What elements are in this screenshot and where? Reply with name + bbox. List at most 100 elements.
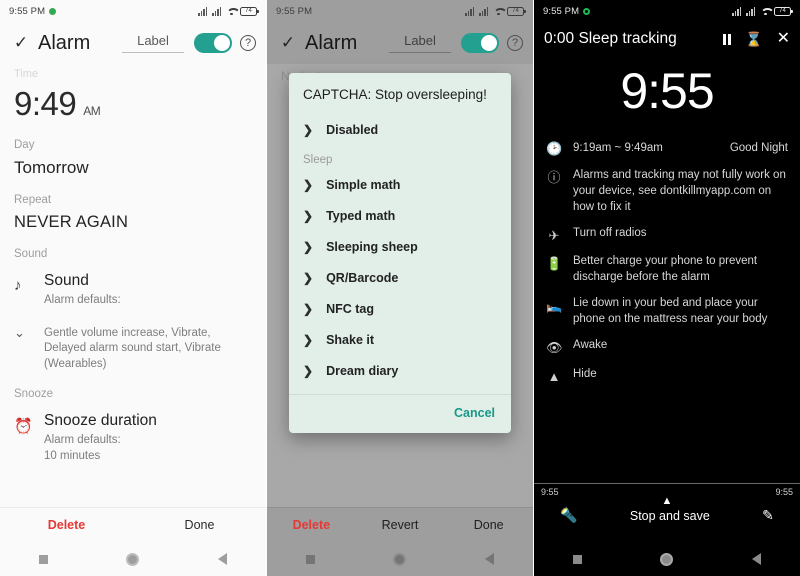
sleep-hide-text: Hide <box>573 367 597 380</box>
nav-recents-icon[interactable] <box>306 554 316 564</box>
nav-recents-icon[interactable] <box>39 554 49 564</box>
snooze-row-title: Snooze duration <box>44 412 157 430</box>
dialog-item-dream-diary[interactable]: ❯ Dream diary <box>289 355 511 386</box>
sleep-awake-row[interactable]: 👁 Awake <box>534 333 800 362</box>
status-bar-left: 9:55 PM <box>276 6 312 17</box>
snooze-row-subtitle: Alarm defaults: <box>44 434 121 447</box>
nav-back-icon[interactable] <box>217 553 227 565</box>
check-icon[interactable]: ✓ <box>10 33 32 53</box>
battery-icon: 🔋 <box>546 256 563 272</box>
clock-icon: 🕑 <box>546 141 563 156</box>
nav-home-icon[interactable] <box>126 552 140 566</box>
alarm-enable-toggle[interactable] <box>461 33 499 53</box>
repeat-value[interactable]: NEVER AGAIN <box>14 213 252 232</box>
warning-icon: ⓘ <box>547 169 561 185</box>
status-bar-right: 74 <box>732 6 793 16</box>
dialog-item-label: Sleeping sheep <box>326 239 418 254</box>
delete-button[interactable]: Delete <box>0 518 133 532</box>
chevron-right-icon: ❯ <box>303 332 314 347</box>
signal-bars-icon-2 <box>479 7 490 16</box>
status-bar-clock: 9:55 PM <box>543 5 580 17</box>
dialog-item-simple-math[interactable]: ❯ Simple math <box>289 169 511 200</box>
nav-back-icon[interactable] <box>751 553 761 565</box>
sleep-warning-row[interactable]: ⓘ Alarms and tracking may not fully work… <box>534 163 800 221</box>
screenshot-root: 9:55 PM 74 ✓ Alarm Label ? Time 9:49 AM <box>0 0 800 576</box>
sleep-greeting: Good Night <box>729 141 788 154</box>
sleep-warning-text: Alarms and tracking may not fully work o… <box>573 168 786 213</box>
dialog-item-qr-barcode[interactable]: ❯ QR/Barcode <box>289 262 511 293</box>
delete-button[interactable]: Delete <box>267 518 356 532</box>
wifi-icon <box>493 7 504 16</box>
sleep-position-text: Lie down in your bed and place your phon… <box>573 297 768 326</box>
dialog-item-partial[interactable]: ❯ <box>289 386 511 394</box>
nav-home-icon[interactable] <box>660 552 674 566</box>
sleep-clock: 9:55 <box>620 63 714 119</box>
dialog-item-sleeping-sheep[interactable]: ❯ Sleeping sheep <box>289 231 511 262</box>
dialog-item-label: Simple math <box>326 177 401 192</box>
nav-back-icon[interactable] <box>484 553 494 565</box>
bed-icon: 🛌 <box>546 298 563 314</box>
sleep-window-text: 9:19am ~ 9:49am <box>573 141 663 154</box>
cancel-button[interactable]: Cancel <box>454 406 495 420</box>
sound-options-text: Gentle volume increase, Vibrate, Delayed… <box>44 326 221 370</box>
sound-options-row[interactable]: ⌄ Gentle volume increase, Vibrate, Delay… <box>14 323 252 373</box>
check-icon[interactable]: ✓ <box>277 33 299 53</box>
done-button[interactable]: Done <box>444 518 533 532</box>
alarm-enable-toggle[interactable] <box>194 33 232 53</box>
help-icon[interactable]: ? <box>507 35 523 51</box>
nav-home-icon[interactable] <box>393 552 407 566</box>
dialog-option-list[interactable]: ❯ Disabled Sleep ❯ Simple math ❯ Typed m… <box>289 114 511 394</box>
chevron-right-icon: ❯ <box>303 301 314 316</box>
chevron-down-icon[interactable]: ⌄ <box>14 323 44 373</box>
nav-recents-icon[interactable] <box>573 554 583 564</box>
dialog-item-typed-math[interactable]: ❯ Typed math <box>289 200 511 231</box>
pause-icon[interactable] <box>722 33 732 45</box>
pencil-icon[interactable]: ✎ <box>762 507 774 524</box>
alarm-time[interactable]: 9:49 AM <box>14 85 252 123</box>
app-bar: ✓ Alarm Label ? <box>0 22 266 64</box>
sleep-hide-row[interactable]: ▲ Hide <box>534 362 800 391</box>
dialog-footer: Cancel <box>289 394 511 433</box>
battery-icon: 74 <box>774 6 793 16</box>
dialog-item-label: Dream diary <box>326 363 399 378</box>
page-title: Alarm <box>305 31 358 54</box>
alarm-time-value: 9:49 <box>14 85 77 122</box>
time-section-label: Time <box>14 68 39 80</box>
revert-button[interactable]: Revert <box>356 518 445 532</box>
snooze-row-subtitle2: 10 minutes <box>44 449 101 462</box>
hourglass-icon[interactable]: ⌛ <box>745 32 762 46</box>
flashlight-icon[interactable]: 🔦 <box>560 507 577 524</box>
alarm-snooze-icon: ⏰ <box>14 418 33 436</box>
label-input[interactable]: Label <box>389 33 451 53</box>
help-icon[interactable]: ? <box>240 35 256 51</box>
done-button[interactable]: Done <box>133 518 266 532</box>
chevron-right-icon: ❯ <box>303 363 314 378</box>
chevron-up-icon[interactable]: ▲ <box>534 496 800 507</box>
sleep-awake-text: Awake <box>573 338 608 351</box>
sleep-action-row: 🔦 Stop and save ✎ <box>534 507 800 524</box>
sleep-radios-row[interactable]: ✈ Turn off radios <box>534 221 800 250</box>
label-input[interactable]: Label <box>122 33 184 53</box>
signal-bars-icon-1 <box>465 7 476 16</box>
system-nav-bar <box>267 542 533 576</box>
day-value[interactable]: Tomorrow <box>14 158 252 178</box>
alarm-detail-content: Time 9:49 AM Day Tomorrow Repeat NEVER A… <box>0 64 266 465</box>
sound-row-subtitle: Alarm defaults: <box>44 294 121 306</box>
stop-and-save-button[interactable]: Stop and save <box>630 509 710 523</box>
close-icon[interactable]: ✕ <box>777 31 790 47</box>
sound-section-label: Sound <box>14 248 48 260</box>
chevron-right-icon: ❯ <box>303 270 314 285</box>
chevron-right-icon: ❯ <box>303 122 314 137</box>
day-section-label: Day <box>14 139 35 151</box>
dialog-item-shake-it[interactable]: ❯ Shake it <box>289 324 511 355</box>
dialog-item-disabled[interactable]: ❯ Disabled <box>289 114 511 145</box>
timeline-end-time: 9:55 <box>775 487 793 497</box>
status-bar-left: 9:55 PM <box>543 5 591 17</box>
snooze-row[interactable]: ⏰ Snooze duration Alarm defaults: 10 min… <box>14 412 252 464</box>
signal-bars-icon-2 <box>212 7 223 16</box>
sound-row-body: Sound Alarm defaults: <box>44 272 252 309</box>
wifi-icon <box>760 7 771 16</box>
page-title: Alarm <box>38 31 91 54</box>
sound-row[interactable]: ♪ Sound Alarm defaults: <box>14 272 252 309</box>
dialog-item-nfc-tag[interactable]: ❯ NFC tag <box>289 293 511 324</box>
